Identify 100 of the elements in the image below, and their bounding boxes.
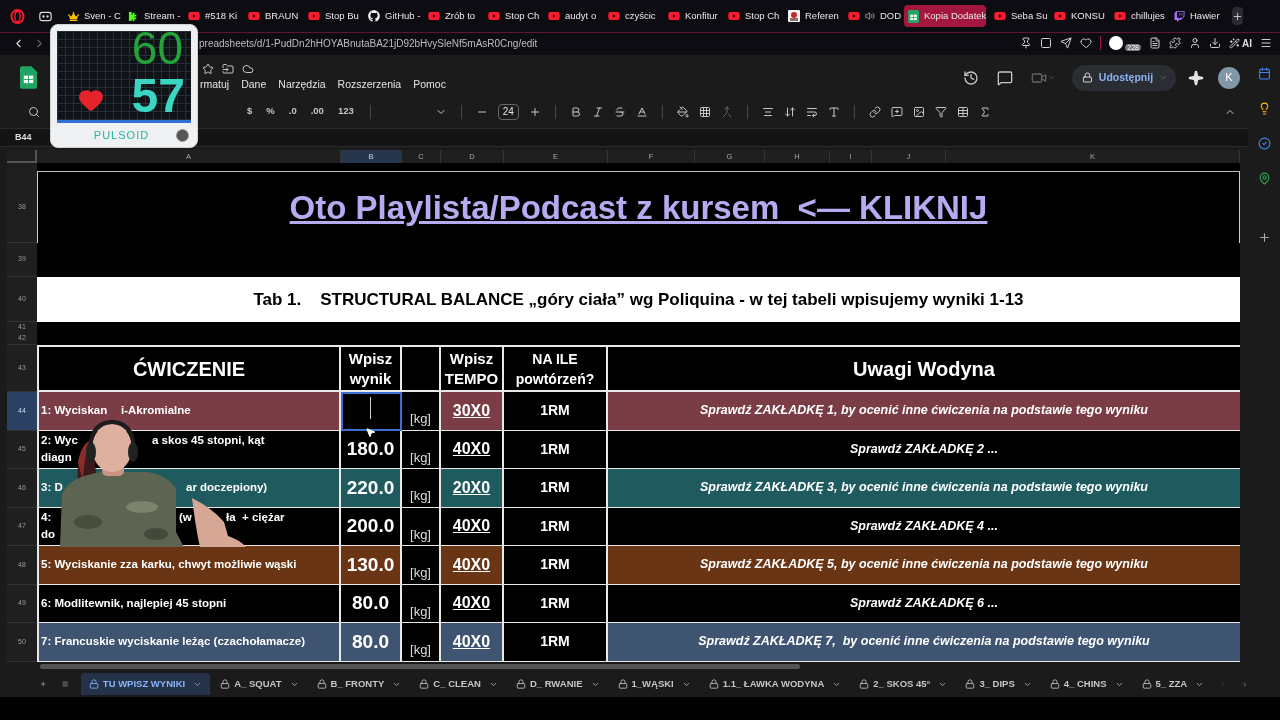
new-tab-button[interactable] xyxy=(1232,7,1243,25)
text-color-icon[interactable] xyxy=(635,105,648,118)
browser-tab[interactable]: chillujes xyxy=(1110,5,1166,27)
comment-icon[interactable] xyxy=(997,69,1013,86)
sheet-tab[interactable]: A_ SQUAT xyxy=(212,673,307,695)
vertical-align-icon[interactable] xyxy=(783,105,796,118)
star-icon[interactable] xyxy=(202,62,214,75)
profile-icon[interactable] xyxy=(1189,37,1201,49)
browser-tab[interactable]: Referen xyxy=(784,5,840,27)
map-pin-icon[interactable] xyxy=(1257,172,1271,185)
sheet-tab[interactable]: 1_WĄSKI xyxy=(609,673,699,695)
sheet-tab[interactable]: B_ FRONTY xyxy=(308,673,410,695)
result-cell[interactable]: 130.0 xyxy=(341,546,402,585)
browser-tab[interactable]: Stream - xyxy=(124,5,180,27)
name-box[interactable]: B44 xyxy=(15,130,32,145)
extensions-icon[interactable] xyxy=(1169,37,1181,49)
download-icon[interactable] xyxy=(1209,37,1221,49)
browser-tab[interactable]: Kopia Dodatek xyxy=(904,5,986,27)
tasks-icon[interactable] xyxy=(1257,137,1271,150)
browser-tab[interactable]: Stop Ch xyxy=(724,5,780,27)
send-icon[interactable] xyxy=(1060,37,1073,49)
move-folder-icon[interactable] xyxy=(222,62,234,75)
merge-icon[interactable] xyxy=(720,105,733,118)
format-button[interactable]: .00 xyxy=(308,104,326,119)
browser-tab[interactable]: czyścic xyxy=(604,5,660,27)
sheet-tab[interactable]: C_ CLEAN xyxy=(411,673,506,695)
heart-icon[interactable] xyxy=(1080,37,1093,49)
pin-icon[interactable] xyxy=(1020,37,1033,49)
note-cell: Sprawdź ZAKŁADKĘ 2 ... xyxy=(608,430,1240,469)
menu-item[interactable]: Rozszerzenia xyxy=(331,76,408,93)
sheet-tab[interactable]: 2_ SKOS 45° xyxy=(851,673,956,695)
result-cell[interactable]: 200.0 xyxy=(341,507,402,546)
sheet-tab[interactable]: 5_ ZZA xyxy=(1133,673,1213,695)
sigma-icon[interactable] xyxy=(978,105,991,118)
ai-button[interactable]: AI xyxy=(1229,35,1252,51)
result-cell[interactable]: 80.0 xyxy=(341,623,402,662)
browser-tab[interactable]: Stop Ch xyxy=(484,5,540,27)
browser-tab[interactable]: Konfitur xyxy=(664,5,720,27)
url-text[interactable]: preadsheets/d/1-PudDn2hHOYABnutaBA21jD92bHvySleNf5mAsR0Cng/edit xyxy=(199,35,538,51)
browser-tab[interactable]: BRAUN xyxy=(244,5,300,27)
result-cell[interactable] xyxy=(341,392,402,431)
unit-cell: [kg] xyxy=(402,430,441,469)
scrollbar[interactable] xyxy=(40,664,800,669)
sheet-tab[interactable]: 4_ CHINS xyxy=(1041,673,1132,695)
sheet-tab[interactable]: TU WPISZ WYNIKI xyxy=(80,673,211,695)
snapshot-icon[interactable] xyxy=(1040,37,1053,49)
history-icon[interactable] xyxy=(963,69,979,86)
browser-tab[interactable]: #518 Ki xyxy=(184,5,240,27)
sheet-tab[interactable]: 1.1_ ŁAWKA WODYNA xyxy=(700,673,850,695)
sheet-tab[interactable]: 3_ DIPS xyxy=(957,673,1040,695)
format-button[interactable]: $ xyxy=(245,104,255,119)
browser-tab[interactable]: Sven - C xyxy=(64,5,120,27)
format-button[interactable]: % xyxy=(264,104,277,119)
borders-icon[interactable] xyxy=(698,105,711,118)
result-cell[interactable]: 80.0 xyxy=(341,584,402,623)
spreadsheet-logo-icon[interactable] xyxy=(20,66,37,89)
add-icon[interactable] xyxy=(1257,231,1271,244)
italic-icon[interactable] xyxy=(591,105,604,118)
browser-tab[interactable]: Hawier xyxy=(1170,5,1226,27)
video-play-icon xyxy=(1114,10,1126,22)
calendar-icon[interactable] xyxy=(1257,67,1271,80)
reps-cell: 1RM xyxy=(504,469,608,508)
share-button[interactable]: Udostępnij xyxy=(1072,64,1176,91)
menu-icon[interactable] xyxy=(1260,37,1272,49)
browser-tab[interactable]: DOD xyxy=(844,5,900,27)
menu-item[interactable]: Dane xyxy=(235,76,273,93)
menu-item[interactable]: Narzędzia xyxy=(272,76,332,93)
fill-color-icon[interactable] xyxy=(676,105,689,118)
document-icon[interactable] xyxy=(1149,37,1161,49)
browser-logo-icon[interactable] xyxy=(10,8,25,24)
wrap-icon[interactable] xyxy=(805,105,818,118)
playlist-link[interactable]: Oto Playlista/Podcast z kursem <— KLIKNIJ xyxy=(289,182,988,233)
align-icon[interactable] xyxy=(761,105,774,118)
search-icon[interactable] xyxy=(28,105,40,118)
filter-icon[interactable] xyxy=(934,105,947,118)
format-button[interactable]: .0 xyxy=(286,104,299,119)
browser-tab[interactable]: Stop Bu xyxy=(304,5,360,27)
browser-tab[interactable]: Seba Su xyxy=(990,5,1046,27)
exercise-cell: 5: Wyciskanie zza karku, chwyt możliwie wąski xyxy=(37,546,341,585)
bold-icon[interactable] xyxy=(569,105,582,118)
menu-item[interactable]: Pomoc xyxy=(407,76,452,93)
result-cell[interactable]: 180.0 xyxy=(341,430,402,469)
table-icon[interactable] xyxy=(956,105,969,118)
increase-size-icon[interactable] xyxy=(528,105,541,118)
result-cell[interactable]: 220.0 xyxy=(341,469,402,508)
sheet-tab[interactable]: D_ RWANIE xyxy=(507,673,608,695)
cloud-icon[interactable] xyxy=(242,62,254,75)
add-comment-icon[interactable] xyxy=(890,105,903,118)
menu-item[interactable]: rmatuj xyxy=(200,76,236,93)
link-icon[interactable] xyxy=(868,105,881,118)
strikethrough-icon[interactable] xyxy=(613,105,626,118)
browser-tab[interactable]: audyt o xyxy=(544,5,600,27)
browser-tab[interactable]: GitHub - xyxy=(364,5,420,27)
font-size-field[interactable]: 24 xyxy=(497,103,519,120)
browser-tab[interactable]: Zrób to xyxy=(424,5,480,27)
extension-icon[interactable] xyxy=(1109,36,1124,50)
workspaces-icon[interactable] xyxy=(39,10,52,22)
browser-tab[interactable]: KONSU xyxy=(1050,5,1106,27)
format-button[interactable]: 123 xyxy=(335,104,356,119)
sparkle-icon[interactable] xyxy=(1188,69,1204,86)
